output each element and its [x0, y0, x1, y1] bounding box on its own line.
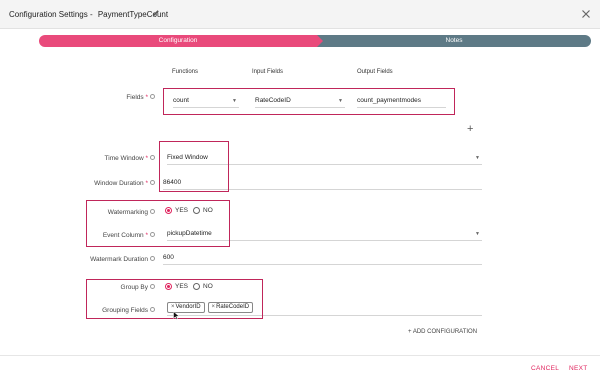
column-header-input-fields: Input Fields: [252, 69, 284, 75]
fields-label: Fields *: [100, 93, 155, 101]
dropdown-caret-icon: ▼: [475, 155, 480, 161]
dialog-title: Configuration Settings - PaymentTypeCoun…: [9, 10, 171, 19]
step-configuration[interactable]: Configuration: [39, 35, 317, 47]
step-progress-bar: Configuration Notes: [39, 35, 591, 47]
close-icon[interactable]: [581, 9, 591, 19]
dropdown-caret-icon: ▼: [475, 231, 480, 237]
footer-divider: [0, 355, 600, 356]
step-notes[interactable]: Notes: [317, 35, 591, 47]
highlight-box-watermark: [86, 200, 230, 247]
info-icon: [150, 93, 155, 99]
next-button[interactable]: NEXT: [569, 365, 588, 372]
watermark-duration-label: Watermark Duration: [65, 255, 155, 263]
add-field-plus-icon[interactable]: +: [467, 123, 473, 135]
column-header-output-fields: Output Fields: [357, 69, 393, 75]
step-arrow: [317, 35, 323, 47]
highlight-box-fields: [163, 88, 455, 115]
info-icon: [150, 154, 155, 160]
window-duration-label: Window Duration *: [75, 179, 155, 187]
info-icon: [150, 179, 155, 185]
highlight-box-window: [159, 141, 229, 192]
title-prefix: Configuration Settings -: [9, 10, 93, 19]
cancel-button[interactable]: CANCEL: [531, 365, 559, 372]
watermark-duration-input[interactable]: 600: [163, 251, 482, 265]
mouse-cursor-icon: [173, 311, 180, 320]
add-configuration-button[interactable]: + ADD CONFIGURATION: [408, 329, 477, 335]
dialog-header: Configuration Settings - PaymentTypeCoun…: [0, 0, 600, 29]
info-icon: [150, 255, 155, 261]
column-header-functions: Functions: [172, 69, 199, 75]
edit-pencil-icon[interactable]: [152, 9, 160, 17]
time-window-label: Time Window *: [90, 154, 155, 162]
